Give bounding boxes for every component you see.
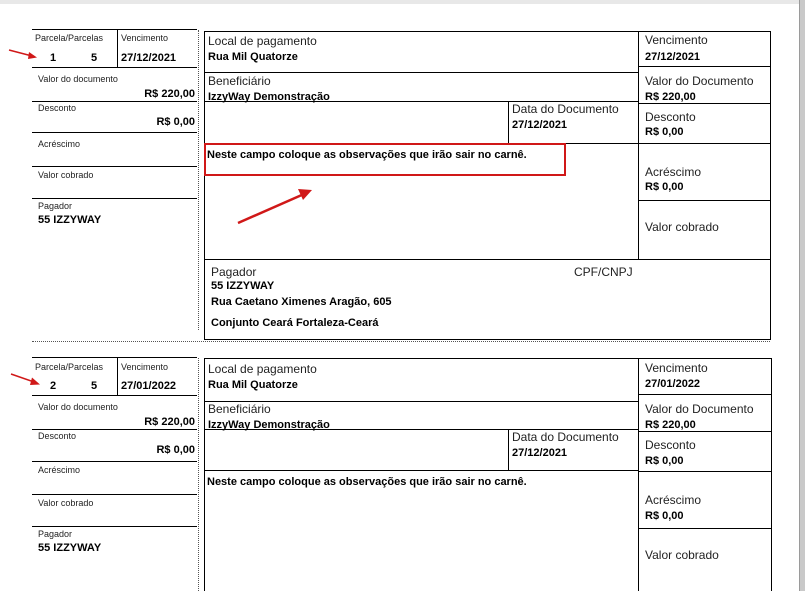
- data-documento-value: 27/12/2021: [512, 119, 568, 131]
- pagador-endereco: Rua Caetano Ximenes Aragão, 605: [211, 296, 392, 308]
- stub-desconto-value: R$ 0,00: [156, 116, 195, 128]
- desconto-value: R$ 0,00: [645, 455, 684, 467]
- red-arrow-icon: [8, 49, 37, 59]
- slip-separator: [32, 341, 770, 342]
- stub-parcela-number: 1: [50, 52, 57, 64]
- pagador-label: Pagador: [211, 265, 257, 279]
- vencimento-label: Vencimento: [645, 33, 708, 47]
- stub-vencimento-value: 27/01/2022: [121, 380, 177, 392]
- data-documento-label: Data do Documento: [512, 430, 619, 444]
- valor-documento-label: Valor do Documento: [645, 402, 754, 416]
- local-pagamento-value: Rua Mil Quatorze: [208, 379, 298, 391]
- stub-vencimento-value: 27/12/2021: [121, 52, 177, 64]
- data-documento-label: Data do Documento: [512, 102, 619, 116]
- stub-vencimento-label: Vencimento: [121, 33, 169, 43]
- stub-valor-documento-value: R$ 220,00: [144, 416, 195, 428]
- observacoes-text: Neste campo coloque as observações que i…: [207, 476, 527, 488]
- stub-pagador-value: 55 IZZYWAY: [38, 542, 102, 554]
- observacoes-highlight: [204, 143, 566, 176]
- beneficiario-value: IzzyWay Demonstração: [208, 91, 330, 103]
- scrollbar-edge[interactable]: [799, 0, 805, 591]
- desconto-value: R$ 0,00: [645, 126, 684, 138]
- stub-pagador-label: Pagador: [38, 201, 73, 211]
- stub-vencimento-label: Vencimento: [121, 362, 169, 372]
- valor-cobrado-label: Valor cobrado: [645, 220, 719, 234]
- stub-valor-cobrado-label: Valor cobrado: [38, 170, 94, 180]
- acrescimo-label: Acréscimo: [645, 493, 702, 507]
- stub-desconto-label: Desconto: [38, 103, 77, 113]
- acrescimo-value: R$ 0,00: [645, 510, 684, 522]
- beneficiario-value: IzzyWay Demonstração: [208, 419, 330, 431]
- valor-documento-value: R$ 220,00: [645, 419, 696, 431]
- carne-page: Parcela/Parcelas Vencimento 1 5 27/12/20…: [0, 0, 805, 591]
- stub-desconto-label: Desconto: [38, 431, 77, 441]
- beneficiario-label: Beneficiário: [208, 402, 271, 416]
- stub-parcela-label: Parcela/Parcelas: [35, 33, 104, 43]
- acrescimo-value: R$ 0,00: [645, 181, 684, 193]
- desconto-label: Desconto: [645, 110, 696, 124]
- vencimento-value: 27/12/2021: [645, 51, 701, 63]
- page-top-edge: [0, 0, 805, 4]
- desconto-label: Desconto: [645, 438, 696, 452]
- stub-valor-documento-label: Valor do documento: [38, 74, 118, 84]
- stub-pagador-label: Pagador: [38, 529, 73, 539]
- vencimento-value: 27/01/2022: [645, 378, 701, 390]
- stub-valor-documento-value: R$ 220,00: [144, 88, 195, 100]
- cpf-cnpj-label: CPF/CNPJ: [574, 265, 633, 279]
- red-arrow-icon: [10, 373, 40, 385]
- local-pagamento-value: Rua Mil Quatorze: [208, 51, 298, 63]
- red-arrow-icon: [237, 189, 312, 225]
- beneficiario-label: Beneficiário: [208, 74, 271, 88]
- local-pagamento-label: Local de pagamento: [208, 34, 317, 48]
- valor-cobrado-label: Valor cobrado: [645, 548, 719, 562]
- valor-documento-label: Valor do Documento: [645, 74, 754, 88]
- stub-parcelas-total: 5: [91, 52, 98, 64]
- stub-valor-documento-label: Valor do documento: [38, 402, 118, 412]
- stub-parcela-label: Parcela/Parcelas: [35, 362, 104, 372]
- local-pagamento-label: Local de pagamento: [208, 362, 317, 376]
- data-documento-value: 27/12/2021: [512, 447, 568, 459]
- slip-2-perforation: [198, 358, 199, 591]
- acrescimo-label: Acréscimo: [645, 165, 702, 179]
- stub-desconto-value: R$ 0,00: [156, 444, 195, 456]
- pagador-cidade: Conjunto Ceará Fortaleza-Ceará: [211, 317, 379, 329]
- vencimento-label: Vencimento: [645, 361, 708, 375]
- stub-pagador-value: 55 IZZYWAY: [38, 214, 102, 226]
- stub-parcelas-total: 5: [91, 380, 98, 392]
- stub-parcela-number: 2: [50, 380, 57, 392]
- stub-valor-cobrado-label: Valor cobrado: [38, 498, 94, 508]
- pagador-nome: 55 IZZYWAY: [211, 280, 275, 292]
- valor-documento-value: R$ 220,00: [645, 91, 696, 103]
- stub-acrescimo-label: Acréscimo: [38, 139, 81, 149]
- slip-1-perforation: [198, 30, 199, 330]
- stub-acrescimo-label: Acréscimo: [38, 465, 81, 475]
